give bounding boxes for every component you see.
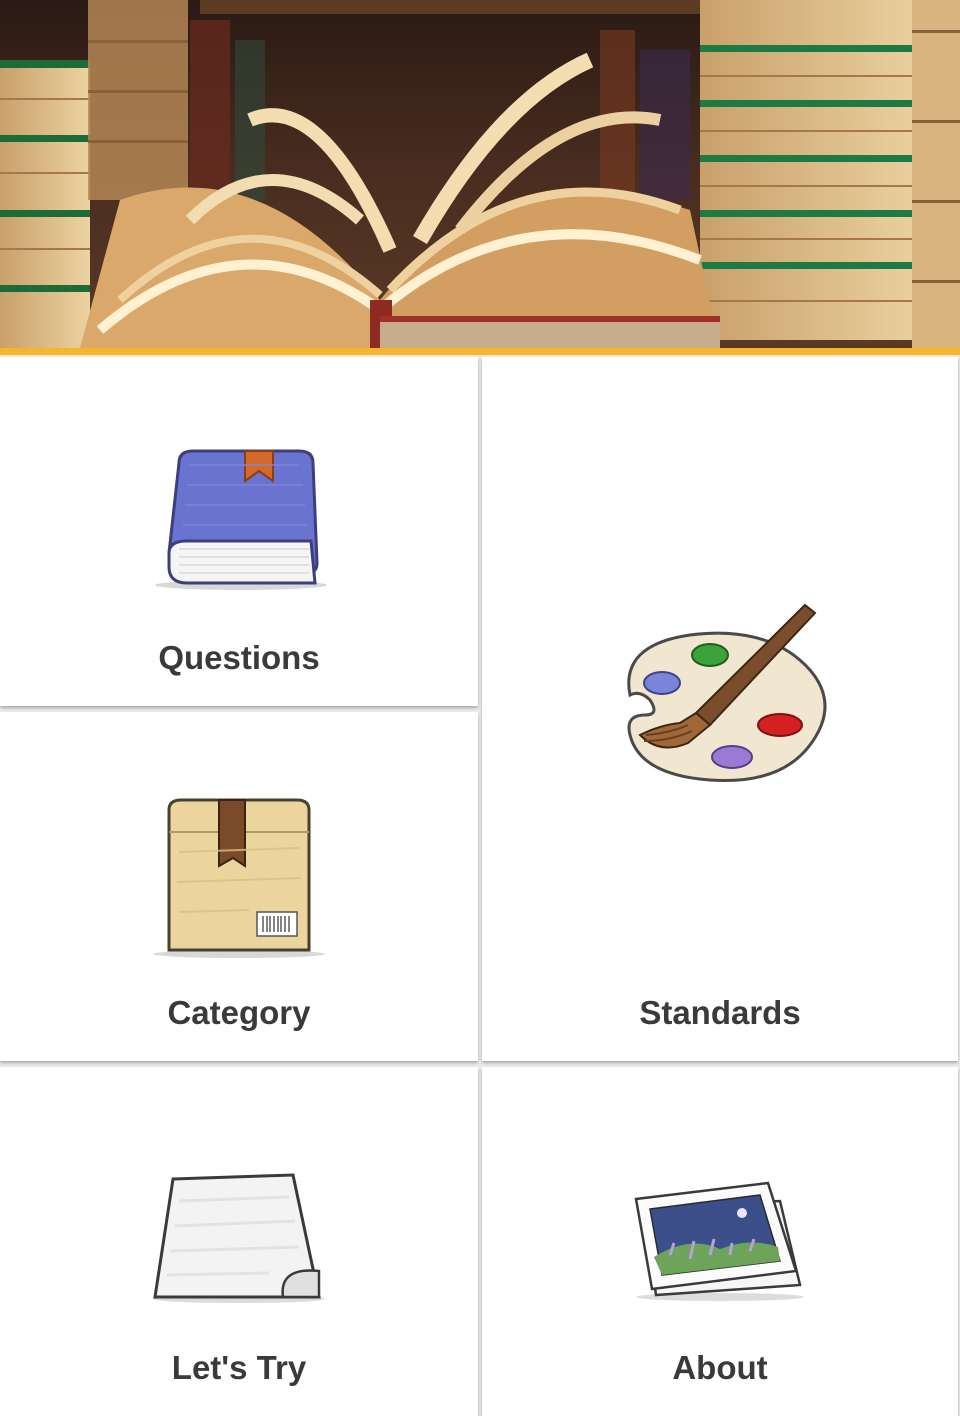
blank-paper-icon (149, 1171, 329, 1305)
book-icon (149, 445, 329, 595)
photos-icon (630, 1177, 810, 1303)
standards-label: Standards (639, 994, 801, 1031)
paint-palette-icon (600, 585, 840, 805)
questions-label: Questions (158, 639, 320, 676)
about-tile[interactable]: About (482, 1067, 958, 1416)
category-tile[interactable]: Category (0, 712, 478, 1061)
home-screen: Questions Standards Category Let's Try A… (0, 0, 960, 1416)
header-accent-line (0, 348, 960, 355)
questions-tile[interactable]: Questions (0, 357, 478, 706)
category-label: Category (167, 994, 311, 1031)
lets-try-tile[interactable]: Let's Try (0, 1067, 478, 1416)
about-label: About (672, 1349, 768, 1386)
header-banner-image (0, 0, 960, 348)
package-box-icon (149, 792, 329, 962)
lets-try-label: Let's Try (171, 1349, 307, 1386)
standards-tile[interactable]: Standards (482, 357, 958, 1061)
